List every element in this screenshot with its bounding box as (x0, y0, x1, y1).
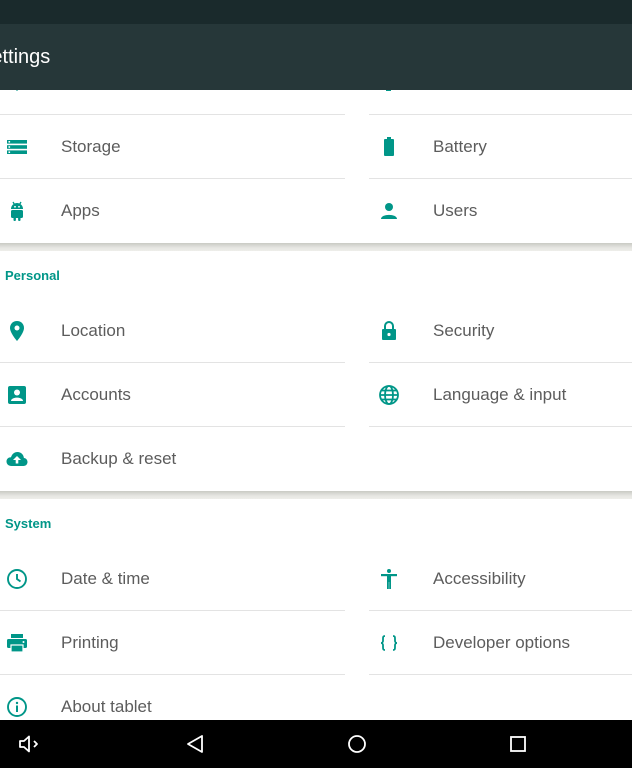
settings-item-location[interactable]: Location (0, 299, 316, 363)
volume-icon[interactable] (18, 732, 42, 756)
person-icon (377, 199, 401, 223)
settings-item-battery[interactable]: Battery (316, 115, 632, 179)
settings-item-language-input[interactable]: Language & input (316, 363, 632, 427)
settings-item-developer-options[interactable]: Developer options (316, 611, 632, 675)
globe-icon (377, 383, 401, 407)
section-title-system: System (5, 516, 52, 531)
settings-item-label: About tablet (61, 697, 152, 716)
settings-item-apps[interactable]: Apps (0, 179, 316, 243)
settings-item-label: Security (433, 321, 495, 340)
divider (369, 674, 632, 675)
status-bar (0, 0, 632, 24)
settings-item-security[interactable]: Security (316, 299, 632, 363)
lock-icon (377, 319, 401, 343)
home-icon[interactable] (345, 732, 369, 756)
accessibility-icon (377, 567, 401, 591)
settings-item-about-tablet[interactable]: About tablet (0, 675, 316, 720)
settings-item-label: Storage (61, 137, 121, 156)
settings-item-label: Users (433, 201, 478, 220)
personal-section: Personal Location Security Accounts Lang… (0, 251, 632, 491)
code-braces-icon (377, 631, 401, 655)
settings-item-label: Developer options (433, 633, 571, 652)
device-section: Storage Battery Apps Users (0, 90, 632, 243)
settings-item-accessibility[interactable]: Accessibility (316, 547, 632, 611)
settings-item-label: Accessibility (433, 569, 526, 588)
section-separator (0, 243, 632, 251)
settings-item-date-time[interactable]: Date & time (0, 547, 316, 611)
back-icon[interactable] (183, 732, 207, 756)
settings-item-storage[interactable]: Storage (0, 115, 316, 179)
clock-icon (5, 567, 29, 591)
page-title: Settings (0, 46, 51, 68)
display-icon[interactable] (5, 90, 29, 102)
recents-icon[interactable] (506, 732, 530, 756)
divider (369, 426, 632, 427)
settings-item-label: Battery (433, 137, 487, 156)
sound-icon[interactable] (377, 90, 401, 102)
account-box-icon (5, 383, 29, 407)
settings-item-label: Date & time (61, 569, 150, 588)
settings-item-label: Backup & reset (61, 449, 177, 468)
printer-icon (5, 631, 29, 655)
location-pin-icon (5, 319, 29, 343)
settings-item-label: Accounts (61, 385, 131, 404)
settings-item-label: Apps (61, 201, 100, 220)
settings-item-users[interactable]: Users (316, 179, 632, 243)
settings-item-label: Printing (61, 633, 119, 652)
storage-icon (5, 135, 29, 159)
android-icon (5, 199, 29, 223)
settings-item-accounts[interactable]: Accounts (0, 363, 316, 427)
battery-icon (377, 135, 401, 159)
system-section: System Date & time Accessibility Printin… (0, 499, 632, 720)
settings-item-label: Location (61, 321, 126, 340)
section-separator (0, 491, 632, 499)
app-bar: Settings (0, 24, 632, 90)
settings-item-label: Language & input (433, 385, 567, 404)
info-icon (5, 695, 29, 719)
section-title-personal: Personal (5, 268, 60, 283)
navigation-bar (0, 720, 632, 768)
settings-item-backup-reset[interactable]: Backup & reset (0, 427, 316, 491)
cloud-upload-icon (5, 447, 29, 471)
settings-item-printing[interactable]: Printing (0, 611, 316, 675)
